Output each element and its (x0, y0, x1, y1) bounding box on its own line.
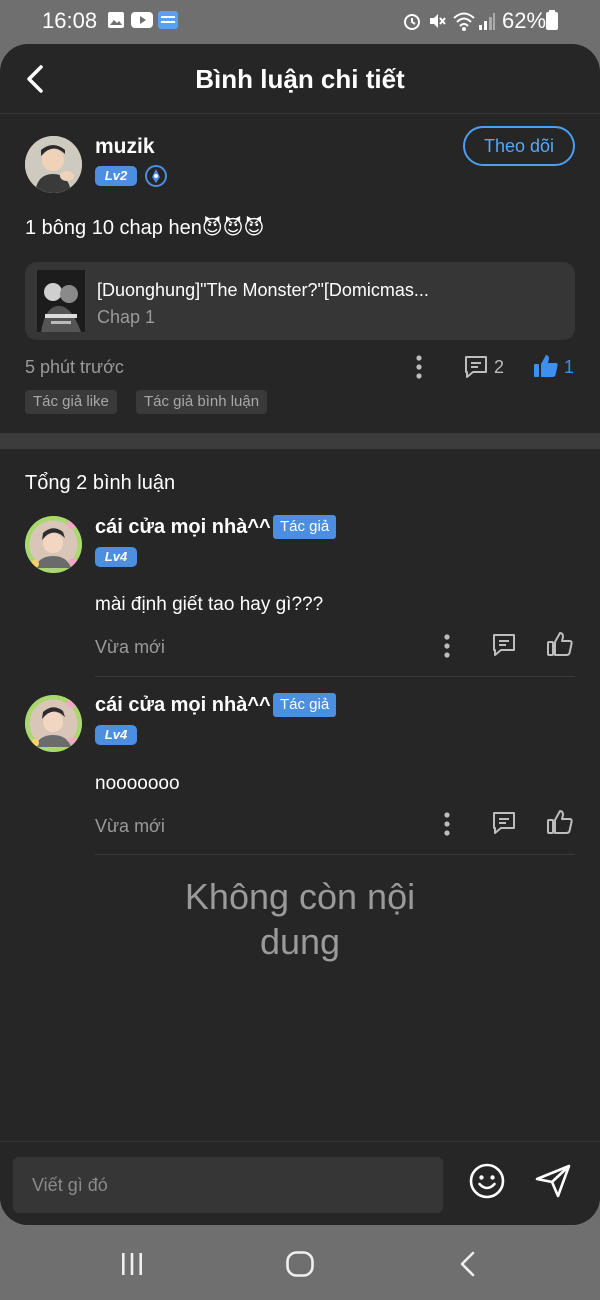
tag-author-comment: Tác giả bình luận (136, 390, 268, 414)
avatar[interactable] (25, 516, 82, 573)
total-comments: Tổng 2 bình luận (25, 472, 176, 494)
back-nav-icon[interactable] (455, 1250, 481, 1278)
follow-button[interactable]: Theo dõi (463, 126, 575, 166)
app-panel: Bình luận chi tiết muzik Lv2 Theo dõi 1 … (0, 44, 600, 1225)
gallery-icon (108, 12, 124, 28)
wifi-icon (453, 12, 475, 31)
chapter-subtitle: Chap 1 (97, 307, 156, 327)
comment-username[interactable]: cái cửa mọi nhà^^ (95, 516, 271, 539)
more-options-icon[interactable] (412, 354, 426, 380)
post-time: 5 phút trước (25, 357, 124, 377)
author-tag: Tác giả (273, 515, 337, 539)
tag-author-like: Tác giả like (25, 390, 117, 414)
emoji-icon[interactable] (469, 1163, 505, 1199)
top-bar: Bình luận chi tiết (0, 44, 600, 114)
system-nav-bar (0, 1225, 600, 1300)
battery-percent: 62% (502, 8, 547, 33)
post-username[interactable]: muzik (95, 135, 155, 159)
comment-username[interactable]: cái cửa mọi nhà^^ (95, 694, 271, 717)
chapter-card[interactable]: [Duonghung]"The Monster?"[Domicmas... Ch… (25, 262, 575, 340)
author-tag: Tác giả (273, 693, 337, 717)
comment-composer (0, 1141, 600, 1225)
alarm-icon (404, 14, 420, 30)
end-of-content-message: Không còn nội dung (184, 876, 416, 962)
like-icon[interactable] (546, 808, 574, 836)
status-bar: 16:08 62% (0, 0, 600, 42)
comment-text: mài định giết tao hay gì??? (95, 594, 324, 615)
like-count: 1 (564, 357, 575, 377)
comment-separator (95, 676, 575, 677)
chapter-thumbnail (37, 270, 85, 332)
page-title: Bình luận chi tiết (195, 64, 405, 94)
comment-count: 2 (494, 357, 505, 377)
avatar[interactable] (25, 695, 82, 752)
section-divider (0, 433, 600, 449)
recent-apps-icon[interactable] (118, 1250, 146, 1278)
comment-separator (95, 854, 575, 855)
battery-icon (546, 10, 558, 30)
more-options-icon[interactable] (440, 811, 454, 837)
comment-input[interactable] (13, 1157, 443, 1213)
chapter-title: [Duonghung]"The Monster?"[Domicmas... (97, 280, 429, 300)
comment-time: Vừa mới (95, 816, 165, 836)
youtube-icon (131, 12, 153, 28)
send-icon[interactable] (534, 1163, 572, 1199)
mute-icon (430, 14, 446, 28)
avatar[interactable] (25, 136, 82, 193)
level-badge: Lv4 (95, 725, 137, 745)
comment-icon[interactable] (463, 354, 489, 380)
status-time: 16:08 (42, 8, 98, 33)
home-icon[interactable] (285, 1250, 315, 1278)
post-text: 1 bông 10 chap hen😈😈😈 (25, 217, 265, 239)
comment-time: Vừa mới (95, 637, 165, 657)
more-options-icon[interactable] (440, 633, 454, 659)
rank-emblem-icon (145, 165, 167, 187)
like-icon[interactable] (533, 353, 559, 379)
comment-text: nooooooo (95, 773, 180, 794)
reply-icon[interactable] (491, 810, 517, 836)
reply-icon[interactable] (491, 632, 517, 658)
signal-icon (479, 13, 495, 30)
level-badge: Lv4 (95, 547, 137, 567)
level-badge: Lv2 (95, 166, 137, 186)
like-icon[interactable] (546, 630, 574, 658)
novel-toon-icon (158, 11, 178, 29)
